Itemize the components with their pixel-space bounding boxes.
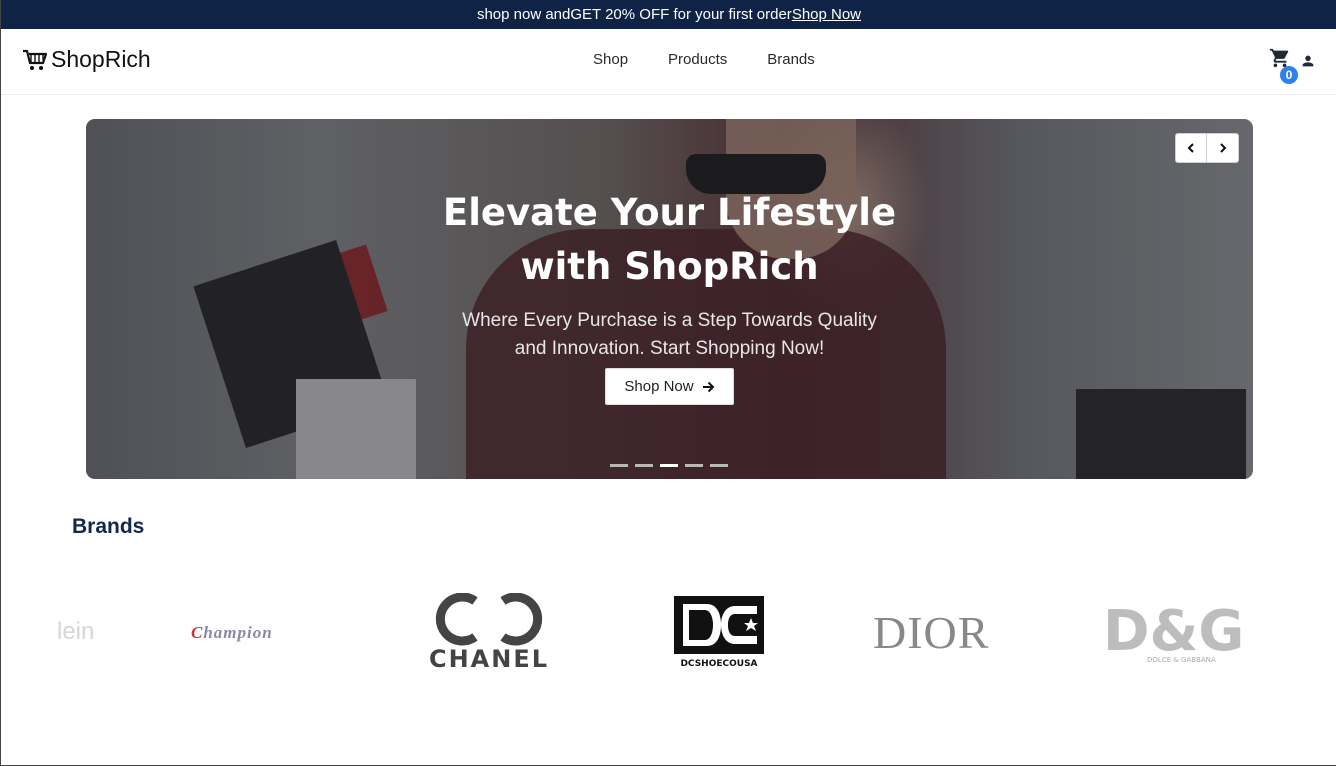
brand-logo-chanel[interactable]: CHANEL — [417, 592, 561, 673]
carousel-dot[interactable] — [610, 464, 628, 467]
chanel-logo-icon: CHANEL — [429, 592, 549, 673]
cart-logo-icon — [23, 49, 48, 70]
arrow-right-icon — [702, 381, 715, 392]
brand-logo-dolce-gabbana[interactable]: D&G DOLCE & GABBANA — [1103, 596, 1263, 664]
hero-overlay — [86, 119, 1253, 479]
brand-logo-text: CHANEL — [429, 645, 549, 669]
brand-logo-text: D&G — [1103, 599, 1244, 664]
carousel-indicators — [610, 464, 728, 467]
brand-logo-text: lein — [57, 618, 95, 645]
brand-logo-dc-shoes[interactable]: DCSHOECOUSA — [673, 596, 767, 669]
hero-title-line: Elevate Your Lifestyle — [442, 191, 897, 234]
brand-logo-calvin-klein[interactable]: lein — [57, 618, 94, 646]
brand-logo-dior[interactable]: DIOR — [873, 606, 989, 659]
carousel-dot[interactable] — [635, 464, 653, 467]
dc-logo-icon: DCSHOECOUSA — [674, 596, 764, 669]
hero-subtitle-line: and Innovation. Start Shopping Now! — [514, 338, 825, 359]
carousel-dot[interactable] — [710, 464, 728, 467]
brand-logo-text: DCSHOECOUSA — [680, 659, 757, 668]
champion-c-mark: C — [191, 623, 204, 642]
brand-logo-subtext: DOLCE & GABBANA — [1147, 656, 1216, 664]
user-icon[interactable] — [1300, 53, 1316, 69]
chevron-right-icon — [1219, 143, 1226, 153]
cart-count-badge: 0 — [1280, 66, 1298, 84]
hero-shop-now-button[interactable]: Shop Now — [605, 368, 734, 405]
brand-logo-text: DIOR — [873, 607, 990, 658]
nav-brands[interactable]: Brands — [767, 51, 815, 68]
hero-carousel: Elevate Your Lifestyle with ShopRich Whe… — [86, 119, 1253, 479]
chevron-left-icon — [1187, 143, 1194, 153]
promo-bar: shop now andGET 20% OFF for your first o… — [1, 0, 1336, 29]
hero-title-line: with ShopRich — [520, 245, 819, 288]
hero-subtitle-line: Where Every Purchase is a Step Towards Q… — [462, 310, 877, 331]
hero-subtitle: Where Every Purchase is a Step Towards Q… — [86, 307, 1253, 363]
brand-name: ShopRich — [51, 46, 151, 72]
brand-logo-text: hampion — [203, 623, 273, 642]
brand-logo-champion[interactable]: Champion — [191, 623, 273, 643]
nav-shop[interactable]: Shop — [593, 51, 628, 68]
promo-shop-now-link[interactable]: Shop Now — [792, 6, 861, 23]
site-header: ShopRich Shop Products Brands 0 — [1, 29, 1336, 95]
logo[interactable]: ShopRich — [22, 46, 151, 73]
brands-heading: Brands — [72, 515, 145, 538]
hero-title: Elevate Your Lifestyle with ShopRich — [86, 186, 1253, 294]
carousel-next-button[interactable] — [1207, 134, 1238, 162]
promo-text: shop now andGET 20% OFF for your first o… — [476, 6, 792, 23]
carousel-dot[interactable] — [685, 464, 703, 467]
dg-logo-icon: D&G DOLCE & GABBANA — [1103, 599, 1244, 664]
main-nav: Shop Products Brands — [593, 51, 855, 68]
carousel-controls — [1175, 133, 1239, 163]
nav-products[interactable]: Products — [668, 51, 727, 68]
hero-button-label: Shop Now — [624, 378, 694, 395]
carousel-dot-active[interactable] — [660, 464, 678, 467]
carousel-prev-button[interactable] — [1176, 134, 1208, 162]
